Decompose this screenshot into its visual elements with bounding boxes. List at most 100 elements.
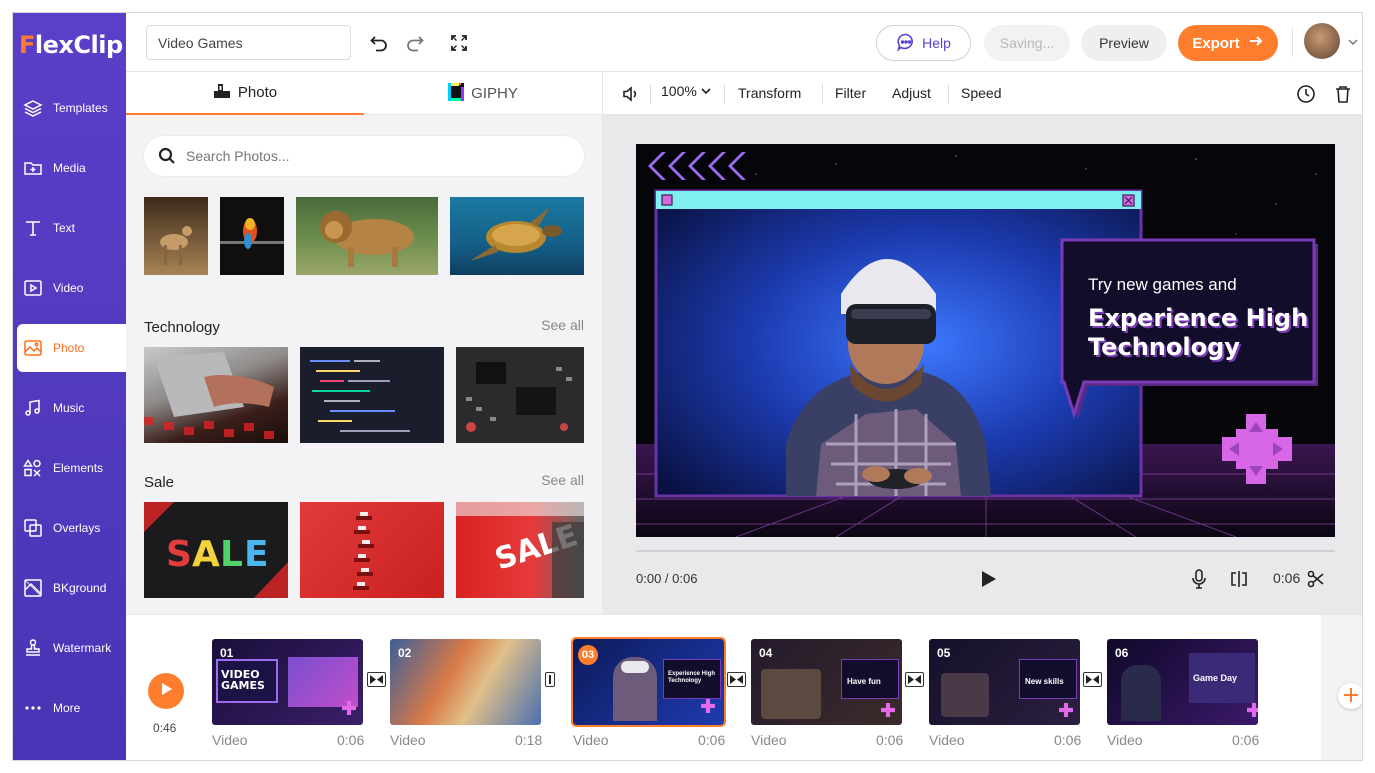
sidebar-item-label: Overlays <box>53 521 101 535</box>
play-icon <box>158 681 174 702</box>
transition-cut-icon[interactable] <box>545 672 555 687</box>
see-all-sale-link[interactable]: See all <box>541 472 584 488</box>
trash-icon[interactable] <box>1334 84 1352 109</box>
search-bar[interactable] <box>144 136 584 176</box>
timeline-clip-3[interactable]: Experience High Technology 03 <box>571 637 726 727</box>
sidebar-item-media[interactable]: Media <box>17 144 126 192</box>
photo-tab-icon <box>213 83 231 103</box>
giphy-icon <box>448 82 465 105</box>
timeline-play-button[interactable] <box>148 673 184 709</box>
top-bar: Help Saving... Preview Export <box>126 13 1362 72</box>
search-input[interactable] <box>186 148 546 164</box>
tab-photo[interactable]: Photo <box>126 72 364 115</box>
tab-label: Photo <box>237 84 278 101</box>
more-dots-icon <box>23 698 43 718</box>
photo-thumbnail-code[interactable] <box>300 347 444 443</box>
sidebar-item-label: BKground <box>53 581 107 595</box>
timeline-clip-2[interactable]: 02 <box>390 639 541 725</box>
sidebar-item-photo[interactable]: Photo <box>17 324 126 372</box>
stamp-icon <box>23 638 43 658</box>
chevron-down-icon[interactable] <box>1347 35 1359 53</box>
canvas-area: Try new games and Experience High Techno… <box>602 115 1362 614</box>
redo-icon[interactable] <box>404 32 426 54</box>
undo-icon[interactable] <box>368 32 390 54</box>
timeline-clip-6[interactable]: Game Day 06 <box>1107 639 1258 725</box>
transition-bowtie-icon[interactable] <box>905 672 924 687</box>
preview-button[interactable]: Preview <box>1081 25 1167 61</box>
video-preview-stage[interactable]: Try new games and Experience High Techno… <box>636 144 1335 537</box>
sidebar-item-music[interactable]: Music <box>17 384 126 432</box>
sidebar-item-label: Media <box>53 161 86 175</box>
headline-large-2[interactable]: Technology <box>1088 333 1240 362</box>
clip-number: 01 <box>220 646 234 660</box>
user-avatar[interactable] <box>1304 23 1340 59</box>
tab-giphy[interactable]: GIPHY <box>364 72 602 115</box>
photo-thumbnail-sale-1[interactable]: SALE <box>144 502 288 598</box>
microphone-icon[interactable] <box>1189 568 1209 595</box>
sidebar-item-elements[interactable]: Elements <box>17 444 126 492</box>
clip-type-label: Video <box>751 732 787 748</box>
clip-number: 05 <box>937 646 951 660</box>
zoom-select[interactable]: 100% <box>661 83 712 99</box>
clock-icon[interactable] <box>1296 84 1316 109</box>
flexclip-logo[interactable]: FlexClip <box>19 31 123 59</box>
volume-icon[interactable] <box>621 84 641 109</box>
adjust-button[interactable]: Adjust <box>892 85 931 101</box>
photo-thumbnail-circuit[interactable] <box>456 347 584 443</box>
scissors-icon[interactable] <box>1307 570 1325 593</box>
sidebar-item-video[interactable]: Video <box>17 264 126 312</box>
saving-status: Saving... <box>984 25 1070 61</box>
clip-type-label: Video <box>1107 732 1143 748</box>
sidebar-item-overlays[interactable]: Overlays <box>17 504 126 552</box>
divider <box>822 84 823 104</box>
clip-duration: 0:18 <box>515 732 543 748</box>
layers-icon <box>23 98 43 118</box>
split-icon[interactable] <box>1229 569 1249 594</box>
photo-thumbnail-parrot[interactable] <box>220 197 284 275</box>
photo-thumbnail-sale-2[interactable] <box>300 502 444 598</box>
timeline-clip-4[interactable]: Have fun 04 <box>751 639 902 725</box>
project-title-input[interactable] <box>146 25 351 60</box>
fullscreen-icon[interactable] <box>448 32 470 54</box>
transition-bowtie-icon[interactable] <box>1083 672 1102 687</box>
photo-thumbnail-laptop[interactable] <box>144 347 288 443</box>
add-clip-button[interactable] <box>1338 683 1362 709</box>
sidebar-item-label: Photo <box>53 341 85 355</box>
headline-large-1[interactable]: Experience High <box>1088 304 1308 333</box>
transition-bowtie-icon[interactable] <box>727 672 746 687</box>
play-icon[interactable] <box>978 569 998 594</box>
playback-progress-bar[interactable] <box>636 550 1335 552</box>
sidebar-item-templates[interactable]: Templates <box>17 84 126 132</box>
timeline-clip-5[interactable]: New skills 05 <box>929 639 1080 725</box>
timeline-total-duration: 0:46 <box>153 721 177 735</box>
photo-thumbnail-lion[interactable] <box>296 197 438 275</box>
timeline-clip-1[interactable]: VIDEO GAMES 01 <box>212 639 363 725</box>
speed-button[interactable]: Speed <box>961 85 1001 101</box>
editor-toolbar: 100% Transform Filter Adjust Speed <box>602 72 1362 115</box>
headline-small[interactable]: Try new games and <box>1088 275 1237 295</box>
clip-type-label: Video <box>929 732 965 748</box>
section-title-technology: Technology <box>144 319 220 336</box>
sidebar-item-text[interactable]: Text <box>17 204 126 252</box>
photo-thumbnail-sale-3[interactable]: SALE <box>456 502 584 598</box>
sidebar-item-watermark[interactable]: Watermark <box>17 624 126 672</box>
transition-bowtie-icon[interactable] <box>367 672 386 687</box>
photo-thumbnail-deer[interactable] <box>144 197 208 275</box>
clip-overlay-text: Experience High Technology <box>668 671 716 684</box>
export-button[interactable]: Export <box>1178 25 1278 61</box>
see-all-technology-link[interactable]: See all <box>541 317 584 333</box>
clip-number: 03 <box>578 645 598 665</box>
clip-number: 04 <box>759 646 773 660</box>
shapes-icon <box>23 458 43 478</box>
sidebar-item-background[interactable]: BKground <box>17 564 126 612</box>
sidebar-item-more[interactable]: More <box>17 684 126 732</box>
transform-button[interactable]: Transform <box>738 85 801 101</box>
help-label: Help <box>922 35 951 51</box>
help-button[interactable]: Help <box>876 25 971 61</box>
sidebar-item-label: Watermark <box>53 641 112 655</box>
photo-thumbnail-turtle[interactable] <box>450 197 584 275</box>
clip-duration: 0:06 <box>1054 732 1082 748</box>
text-icon <box>23 218 43 238</box>
sidebar-item-label: Text <box>53 221 76 235</box>
filter-button[interactable]: Filter <box>835 85 866 101</box>
